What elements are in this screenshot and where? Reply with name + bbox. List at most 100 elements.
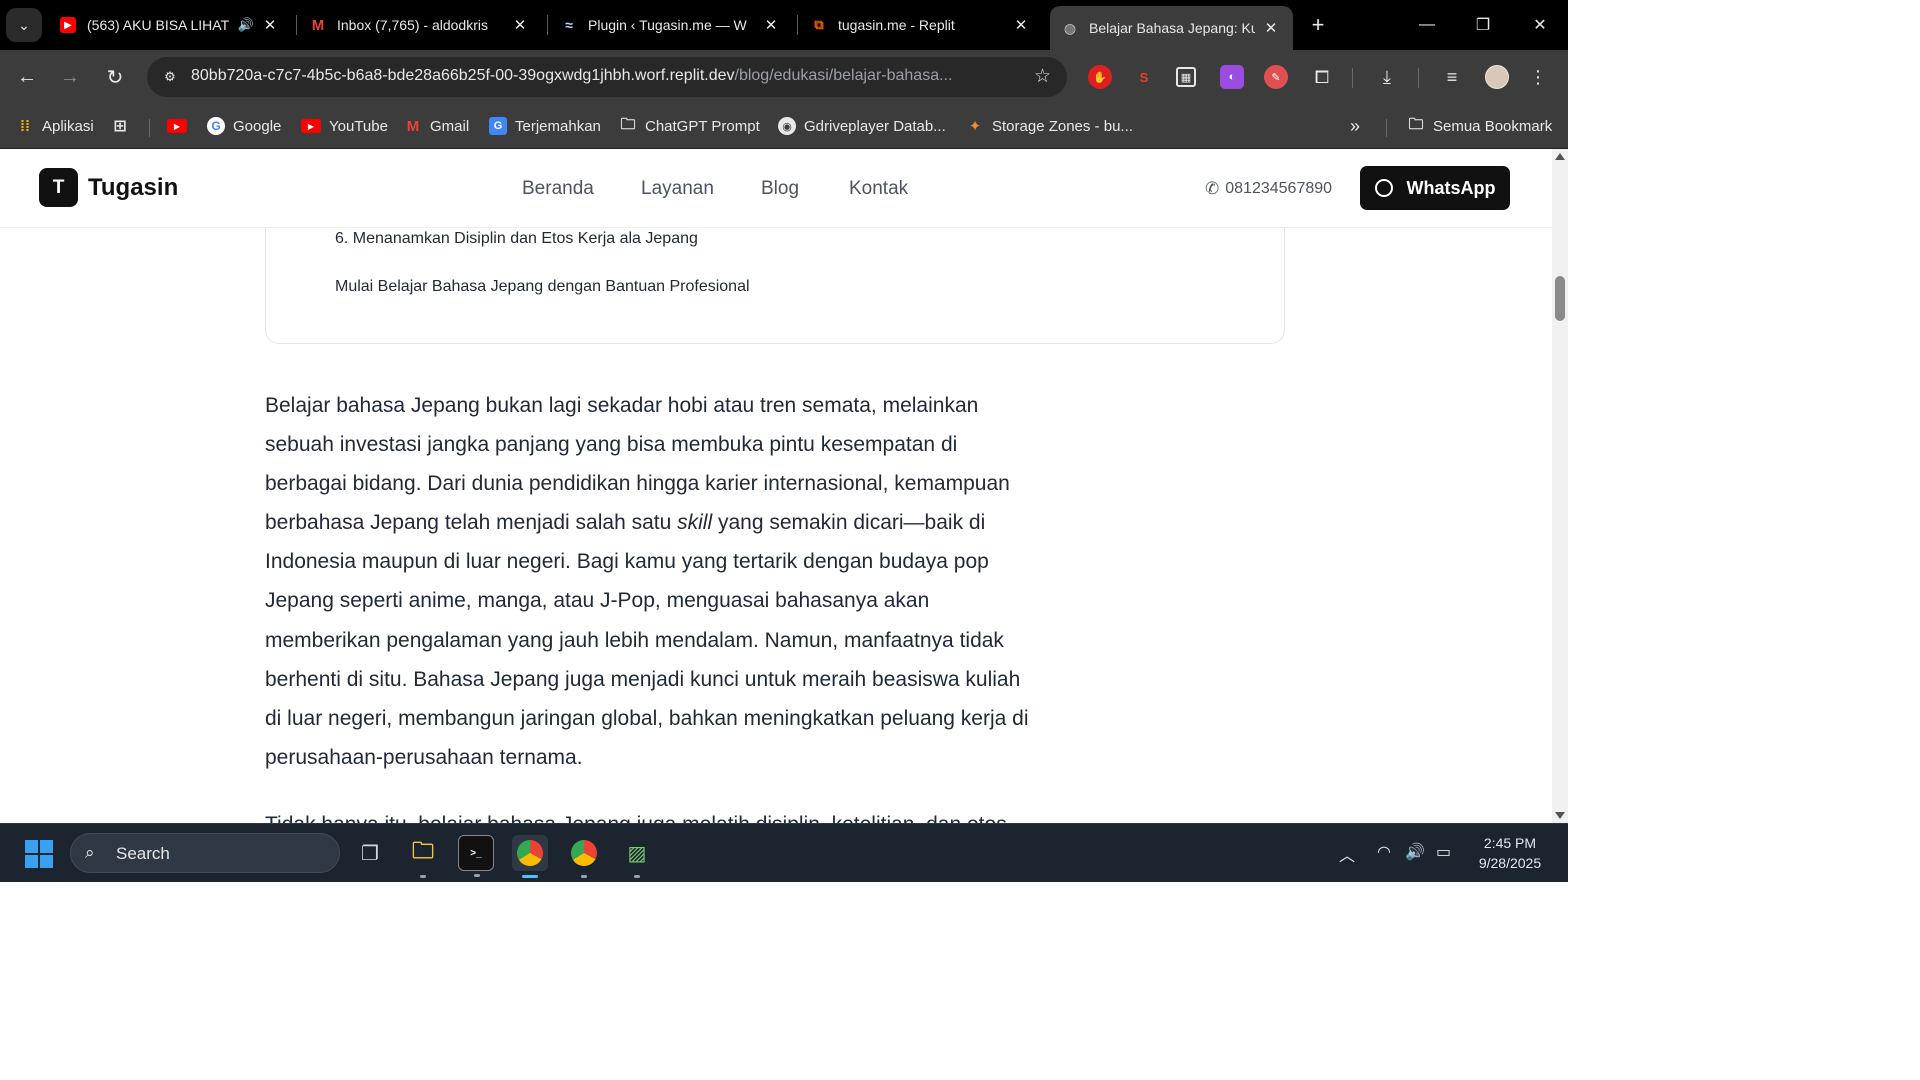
speaker-icon[interactable]: 🔊 — [238, 17, 254, 33]
minimize-button[interactable]: — — [1399, 0, 1455, 50]
download-icon[interactable]: ⤓ — [1373, 63, 1401, 91]
scroll-up-icon[interactable] — [1555, 153, 1565, 160]
tab-groups-icon: ⊞ — [113, 118, 127, 135]
new-tab-button[interactable]: + — [1303, 10, 1333, 40]
taskbar-clock[interactable]: 2:45 PM 9/28/2025 — [1470, 833, 1550, 873]
reload-button[interactable]: ↻ — [99, 61, 131, 93]
bookmark-label: Aplikasi — [42, 117, 94, 135]
forward-button[interactable]: → — [54, 61, 86, 93]
tab-search-button[interactable]: ⌄ — [6, 8, 42, 42]
bookmark-youtube[interactable]: ▶ YouTube — [301, 112, 388, 140]
youtube-icon: ▶ — [167, 119, 187, 133]
bookmark-apps[interactable]: ⁞⁞ Aplikasi — [16, 112, 94, 140]
search-icon: ⌕ — [85, 843, 95, 862]
search-placeholder: Search — [116, 844, 170, 863]
bookmark-gdriveplayer[interactable]: ◉ Gdriveplayer Datab... — [778, 112, 946, 140]
tab-title: (563) AKU BISA LIHAT — [87, 17, 230, 33]
chrome-icon[interactable] — [512, 835, 548, 878]
browser-tab-replit[interactable]: ⧉ tugasin.me - Replit ✕ — [799, 6, 1043, 44]
url-text[interactable]: 80bb720a-c7c7-4b5c-b6a8-bde28a66b25f-00-… — [191, 67, 1021, 85]
terminal-icon[interactable]: >_ — [458, 835, 494, 877]
seo-extension-icon[interactable]: S — [1132, 65, 1156, 89]
app-running-indicator — [634, 875, 640, 878]
browser-tab-youtube[interactable]: ▶ (563) AKU BISA LIHAT 🔊 ✕ — [48, 6, 292, 44]
restore-button[interactable]: ❐ — [1455, 0, 1511, 50]
chrome-menu-icon[interactable]: ⋮ — [1524, 63, 1552, 91]
windows-start-button[interactable] — [25, 840, 53, 868]
globe-icon: ◍ — [1063, 19, 1077, 36]
nav-link-beranda[interactable]: Beranda — [522, 178, 594, 200]
browser-tab-active[interactable]: ◍ Belajar Bahasa Jepang: Ku ✕ — [1050, 6, 1293, 50]
image-viewer-icon[interactable]: ▨ — [619, 835, 655, 878]
taskbar-search[interactable]: ⌕ Search — [70, 833, 340, 873]
bookmark-storage-zones[interactable]: ✦ Storage Zones - bu... — [966, 112, 1133, 140]
file-explorer-icon[interactable]: 🗀 — [405, 835, 441, 878]
whatsapp-button[interactable]: WhatsApp — [1360, 166, 1510, 210]
reload-icon: ↻ — [106, 66, 124, 89]
toc-link[interactable]: Mulai Belajar Bahasa Jepang dengan Bantu… — [335, 278, 750, 296]
arrow-left-icon: ← — [17, 65, 37, 88]
bookmark-youtube-icon-only[interactable]: ▶ — [167, 112, 195, 140]
profile-avatar[interactable] — [1485, 65, 1509, 89]
phone-link[interactable]: ✆ 081234567890 — [1205, 179, 1332, 199]
edit-extension-icon[interactable]: ✎ — [1264, 65, 1288, 89]
tab-divider — [547, 15, 548, 35]
color-picker-extension-icon[interactable]: ◐ — [1220, 65, 1244, 89]
close-tab-icon[interactable]: ✕ — [1261, 19, 1281, 37]
nav-link-kontak[interactable]: Kontak — [849, 178, 908, 200]
bookmark-label: Gmail — [430, 117, 470, 135]
scrollbar-thumb[interactable] — [1555, 276, 1565, 321]
url-host: 80bb720a-c7c7-4b5c-b6a8-bde28a66b25f-00-… — [191, 67, 735, 84]
bookmark-tab-groups[interactable]: ⊞ — [111, 112, 137, 140]
close-tab-icon[interactable]: ✕ — [1011, 16, 1031, 34]
close-tab-icon[interactable]: ✕ — [761, 16, 781, 34]
close-tab-icon[interactable]: ✕ — [260, 16, 280, 34]
chrome-logo — [517, 840, 543, 866]
app-running-indicator — [420, 875, 426, 878]
browser-tab-wordpress[interactable]: ≈ Plugin ‹ Tugasin.me — W ✕ — [549, 6, 793, 44]
task-view-icon[interactable]: ❐ — [352, 835, 388, 871]
chevron-down-icon: ⌄ — [18, 16, 30, 33]
chrome-profile-icon[interactable] — [566, 835, 602, 878]
bookmark-translate[interactable]: G Terjemahkan — [489, 112, 601, 140]
nav-link-layanan[interactable]: Layanan — [641, 178, 714, 200]
bookmark-google[interactable]: G Google — [207, 112, 281, 140]
browser-tab-gmail[interactable]: M Inbox (7,765) - aldodkris ✕ — [298, 6, 542, 44]
nav-link-blog[interactable]: Blog — [761, 178, 799, 200]
bookmark-divider — [149, 119, 150, 137]
more-bookmarks-button[interactable]: » — [1350, 112, 1360, 140]
replit-icon: ⧉ — [814, 17, 824, 32]
all-bookmarks-folder[interactable]: 🗀 Semua Bookmark — [1407, 112, 1552, 140]
tray-expand-icon[interactable]: ︿ — [1339, 842, 1355, 866]
battery-icon[interactable]: ▭ — [1436, 842, 1451, 862]
site-logo-text[interactable]: Tugasin — [88, 174, 178, 202]
toc-link[interactable]: 6. Menanamkan Disiplin dan Etos Kerja al… — [335, 230, 698, 248]
tab-title: Inbox (7,765) - aldodkris — [337, 17, 488, 33]
bookmark-chatgpt-prompt[interactable]: 🗀 ChatGPT Prompt — [619, 112, 759, 140]
chrome-logo — [571, 840, 597, 866]
whatsapp-label: WhatsApp — [1406, 177, 1496, 198]
close-icon: ✕ — [1533, 17, 1547, 34]
media-control-icon[interactable]: ≡ — [1438, 63, 1466, 91]
close-window-button[interactable]: ✕ — [1512, 0, 1568, 50]
address-bar[interactable]: ⚙ 80bb720a-c7c7-4b5c-b6a8-bde28a66b25f-0… — [147, 57, 1067, 97]
back-button[interactable]: ← — [11, 61, 43, 93]
adblock-extension-icon[interactable]: ✋ — [1088, 65, 1112, 89]
tab-title: tugasin.me - Replit — [838, 17, 955, 33]
article-paragraph: Tidak hanya itu, belajar bahasa Jepang j… — [265, 805, 1035, 823]
windows-logo-tile — [25, 840, 38, 853]
page-scrollbar[interactable] — [1552, 149, 1568, 823]
bookmark-label: Semua Bookmark — [1433, 117, 1553, 135]
volume-icon[interactable]: 🔊 — [1405, 842, 1425, 862]
site-info-icon[interactable]: ⚙ — [159, 66, 181, 88]
close-tab-icon[interactable]: ✕ — [510, 16, 530, 34]
bookmark-gmail[interactable]: M Gmail — [404, 112, 469, 140]
qr-code-extension-icon[interactable]: ▦ — [1176, 67, 1196, 87]
extensions-puzzle-icon[interactable]: ⧠ — [1308, 63, 1336, 91]
app-running-indicator — [522, 875, 538, 878]
scroll-down-icon[interactable] — [1555, 812, 1565, 819]
article-paragraph: Belajar bahasa Jepang bukan lagi sekadar… — [265, 386, 1035, 777]
bookmark-star-icon[interactable]: ☆ — [1034, 65, 1051, 88]
wifi-icon[interactable]: ◠ — [1377, 842, 1391, 862]
site-logo-mark[interactable]: T — [39, 168, 78, 207]
